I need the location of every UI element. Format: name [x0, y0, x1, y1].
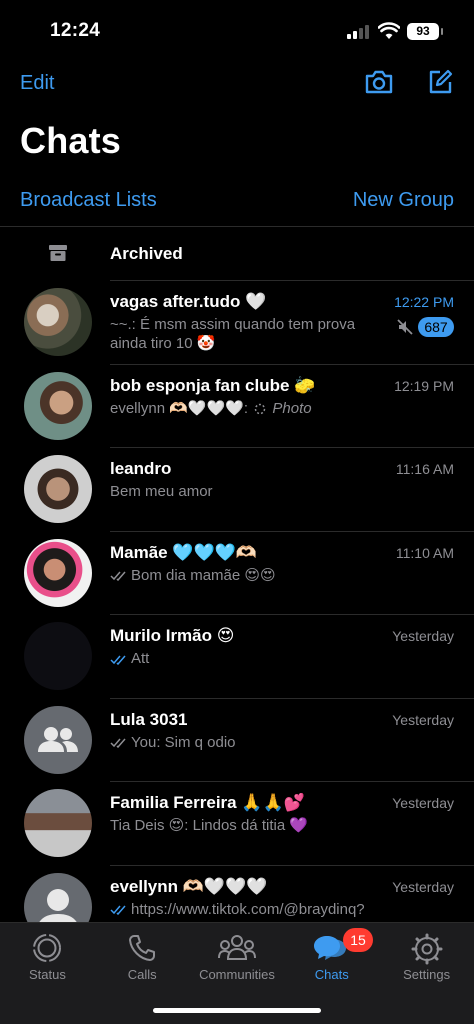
tab-settings[interactable]: Settings [379, 923, 474, 993]
divider [110, 447, 474, 448]
tab-calls[interactable]: Calls [95, 923, 190, 993]
chat-row[interactable]: vagas after.tudo 🤍 12:22 PM ~~.: É msm a… [0, 280, 474, 364]
chat-preview: evellynn 🫶🏻🤍🤍🤍: Photo [110, 399, 385, 418]
chat-name: evellynn 🫶🏻🤍🤍🤍 [110, 876, 268, 896]
avatar [24, 789, 92, 857]
preview-text: Bom dia mamãe 😍😍 [131, 566, 276, 584]
chat-name: Murilo Irmão 😍 [110, 626, 235, 645]
chat-row[interactable]: bob esponja fan clube 🧽 12:19 PM evellyn… [0, 363, 474, 448]
mute-icon [397, 319, 413, 335]
page-title: Chats [20, 120, 122, 161]
divider [110, 697, 474, 699]
chat-time: 11:10 AM [395, 544, 454, 561]
tab-communities[interactable]: Communities [190, 923, 285, 993]
read-ticks-icon [110, 905, 126, 916]
chat-row[interactable]: Mamãe 🩵🩵🩵🫶🏻 11:10 AM Bom dia mamãe 😍😍 [0, 530, 474, 615]
preview-sender: evellynn 🫶🏻🤍🤍🤍: [110, 399, 249, 417]
archived-row[interactable]: Archived [0, 228, 474, 278]
wifi-icon [378, 22, 400, 39]
tab-label: Settings [403, 967, 451, 982]
broadcast-lists-link[interactable]: Broadcast Lists [20, 189, 157, 212]
group-icon [38, 726, 78, 752]
battery-indicator: 93 [407, 23, 443, 40]
chat-preview: Tia Deis 😍: Lindos dá titia 💜 [110, 817, 309, 834]
divider [0, 226, 474, 227]
default-avatar [24, 872, 92, 922]
chat-name: Mamãe 🩵🩵🩵🫶🏻 [110, 542, 258, 562]
chat-row[interactable]: Murilo Irmão 😍 Yesterday Att [0, 614, 474, 698]
divider [110, 280, 474, 281]
chat-preview: Att [110, 649, 385, 668]
chat-name: bob esponja fan clube 🧽 [110, 375, 316, 395]
compose-icon[interactable] [426, 68, 454, 96]
cellular-signal-icon [347, 25, 371, 39]
chat-name: vagas after.tudo 🤍 [110, 292, 267, 311]
chat-time: 12:22 PM [394, 294, 454, 310]
preview-text: Att [131, 650, 150, 667]
avatar [24, 288, 92, 356]
chat-name: leandro [110, 459, 172, 478]
gear-icon [411, 933, 443, 965]
chat-time: 12:19 PM [394, 377, 454, 394]
avatar [24, 371, 92, 440]
tab-label: Calls [127, 967, 157, 982]
avatar [24, 538, 92, 607]
chat-time: 11:16 AM [395, 461, 454, 477]
preview-text: You: Sim q odio [131, 733, 236, 751]
tab-label: Chats [314, 967, 349, 982]
read-ticks-icon [110, 655, 126, 665]
chat-list: vagas after.tudo 🤍 12:22 PM ~~.: É msm a… [0, 280, 474, 922]
unread-count-badge: 687 [418, 317, 454, 337]
archived-label: Archived [110, 244, 183, 263]
archive-icon [49, 245, 67, 261]
chat-row[interactable]: evellynn 🫶🏻🤍🤍🤍 Yesterday https://www.tik… [0, 864, 474, 922]
chat-name: Familia Ferreira 🙏🙏💕 [110, 793, 305, 812]
status-icon [33, 934, 62, 962]
divider [110, 781, 474, 782]
chat-row[interactable]: leandro 11:16 AM Bem meu amor [0, 447, 474, 531]
group-avatar [24, 705, 92, 774]
person-icon [39, 888, 77, 922]
avatar [24, 622, 92, 690]
communities-icon [217, 935, 256, 960]
chats-unread-badge: 15 [343, 928, 373, 952]
divider [110, 363, 474, 365]
phone-icon [129, 935, 156, 961]
new-group-link[interactable]: New Group [353, 189, 454, 212]
preview-text: https://www.tiktok.com/@braydinq? [131, 900, 365, 918]
loading-icon [255, 403, 266, 414]
camera-icon[interactable] [364, 68, 394, 96]
home-indicator[interactable] [153, 1008, 321, 1013]
chat-preview: You: Sim q odio [110, 733, 385, 752]
preview-media-label: Photo [272, 399, 312, 417]
tab-status[interactable]: Status [0, 923, 95, 993]
chat-time: Yesterday [392, 628, 454, 644]
delivered-ticks-icon [110, 738, 126, 749]
delivered-ticks-icon [110, 571, 126, 582]
tab-label: Status [28, 967, 66, 982]
chat-name: Lula 3031 [110, 709, 188, 729]
divider [110, 864, 474, 866]
chat-row[interactable]: Familia Ferreira 🙏🙏💕 Yesterday Tia Deis … [0, 781, 474, 865]
avatar [24, 455, 92, 523]
chat-preview: Bom dia mamãe 😍😍 [110, 566, 385, 585]
chat-time: Yesterday [392, 711, 454, 728]
status-bar: 12:24 93 [0, 0, 474, 64]
divider [110, 530, 474, 532]
chat-time: Yesterday [392, 878, 454, 895]
divider [110, 614, 474, 615]
tab-label: Communities [199, 967, 275, 982]
status-time: 12:24 [50, 20, 101, 41]
edit-button[interactable]: Edit [20, 72, 54, 95]
chat-preview: Bem meu amor [110, 483, 213, 500]
chat-row[interactable]: Lula 3031 Yesterday You: Sim q odio [0, 697, 474, 782]
chat-preview: ~~.: É msm assim quando tem prova ainda … [110, 316, 356, 352]
chat-time: Yesterday [392, 795, 454, 811]
chat-preview: https://www.tiktok.com/@braydinq? [110, 900, 385, 919]
